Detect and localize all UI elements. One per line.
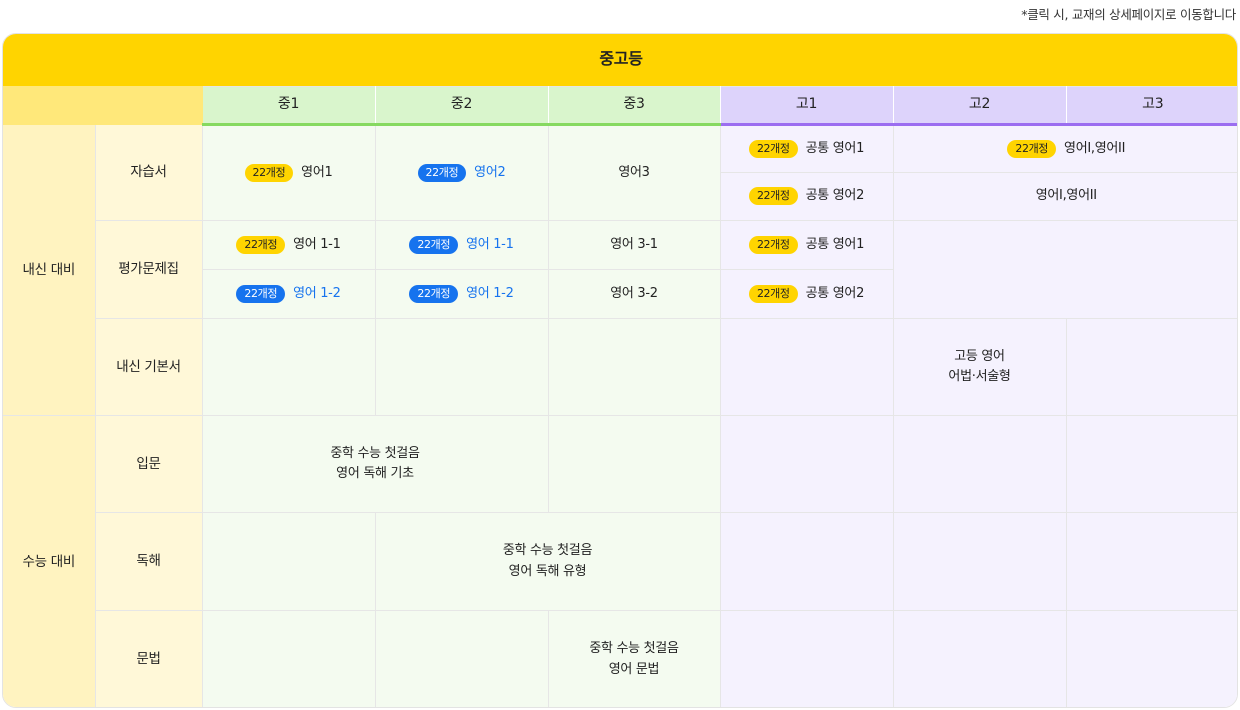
subcat-jaseupseo: 자습서 <box>94 123 203 221</box>
grade-header-m2: 중2 <box>374 85 549 126</box>
header-blank <box>3 85 203 125</box>
book-dokhae-m23[interactable]: 중학 수능 첫걸음영어 독해 유형 <box>374 512 721 611</box>
empty-munbeop-h3 <box>1065 609 1237 707</box>
book-pyeongga-m3-a[interactable]: 영어 3-1 <box>547 219 721 270</box>
book-munbeop-m3[interactable]: 중학 수능 첫걸음영어 문법 <box>547 609 721 707</box>
book-title-line1: 중학 수능 첫걸음 <box>502 543 593 559</box>
empty-gibonseo-m2 <box>374 318 549 417</box>
revision-badge: 22개정 <box>748 187 798 206</box>
book-pyeongga-m2-b[interactable]: 22개정 영어 1-2 <box>374 268 549 320</box>
subcat-ipmun: 입문 <box>94 415 203 514</box>
subcat-munbeop: 문법 <box>95 609 203 707</box>
revision-badge: 22개정 <box>1007 139 1057 158</box>
book-pyeongga-m1-b[interactable]: 22개정 영어 1-2 <box>202 268 376 320</box>
empty-ipmun-h2 <box>892 415 1067 514</box>
book-title-line2: 영어 문법 <box>608 661 660 677</box>
book-title: 영어 1-1 <box>293 236 341 252</box>
book-title-line2: 어법·서술형 <box>948 369 1011 385</box>
book-title: 공통 영어1 <box>805 140 865 156</box>
revision-badge: 22개정 <box>409 235 459 254</box>
book-jaseupseo-h23-b[interactable]: 영어I,영어II <box>892 171 1237 221</box>
empty-ipmun-h3 <box>1065 415 1237 514</box>
category-naesin: 내신 대비 <box>3 123 96 417</box>
book-title-line1: 중학 수능 첫걸음 <box>330 446 420 462</box>
revision-badge: 22개정 <box>236 284 286 303</box>
book-pyeongga-m2-a[interactable]: 22개정 영어 1-1 <box>374 219 549 270</box>
book-pyeongga-m3-b[interactable]: 영어 3-2 <box>547 268 721 320</box>
empty-dokhae-h1 <box>719 512 894 611</box>
textbook-table: 중고등 중1 중2 중3 고1 고2 고3 내신 대비 자습서 22개정 영어1 … <box>2 33 1238 708</box>
book-title: 영어 1-2 <box>293 285 341 301</box>
book-title-line1: 중학 수능 첫걸음 <box>589 641 679 657</box>
revision-badge: 22개정 <box>409 284 459 303</box>
empty-dokhae-m1 <box>201 512 376 611</box>
book-jaseupseo-m3[interactable]: 영어3 <box>547 123 721 221</box>
subcat-gibonseo: 내신 기본서 <box>95 318 203 417</box>
empty-dokhae-h3 <box>1065 512 1237 611</box>
revision-badge: 22개정 <box>244 163 294 182</box>
grade-header-m1: 중1 <box>201 85 376 126</box>
empty-gibonseo-m1 <box>201 318 376 417</box>
grade-header-h3: 고3 <box>1065 85 1237 126</box>
book-title: 공통 영어2 <box>805 188 865 204</box>
book-title: 공통 영어2 <box>805 285 865 301</box>
empty-pyeongga-h23 <box>892 219 1237 320</box>
empty-munbeop-m1 <box>201 609 376 707</box>
book-title: 영어1 <box>301 164 333 180</box>
book-jaseupseo-m2[interactable]: 22개정 영어2 <box>374 123 549 221</box>
book-gibonseo-h2[interactable]: 고등 영어어법·서술형 <box>892 318 1067 417</box>
book-title-line2: 영어 독해 기초 <box>336 466 414 482</box>
empty-gibonseo-h1 <box>719 318 894 417</box>
book-jaseupseo-h1-a[interactable]: 22개정 공통 영어1 <box>719 123 894 173</box>
book-ipmun-m12[interactable]: 중학 수능 첫걸음영어 독해 기초 <box>201 415 549 514</box>
grade-header-m3: 중3 <box>547 85 721 126</box>
book-jaseupseo-h23-a[interactable]: 22개정 영어I,영어II <box>892 123 1237 173</box>
grade-header-h2: 고2 <box>892 85 1067 126</box>
click-notice: *클릭 시, 교재의 상세페이지로 이동합니다 <box>1021 7 1236 22</box>
empty-dokhae-h2 <box>892 512 1067 611</box>
table-title: 중고등 <box>3 34 1237 87</box>
category-suneung: 수능 대비 <box>3 415 96 707</box>
book-jaseupseo-m1[interactable]: 22개정 영어1 <box>201 123 376 221</box>
empty-gibonseo-m3 <box>547 318 721 417</box>
revision-badge: 22개정 <box>748 139 798 158</box>
book-pyeongga-m1-a[interactable]: 22개정 영어 1-1 <box>201 219 376 270</box>
book-title-line1: 고등 영어 <box>954 349 1005 365</box>
book-title-line2: 영어 독해 유형 <box>508 563 587 579</box>
revision-badge: 22개정 <box>748 284 798 303</box>
book-pyeongga-h1-b[interactable]: 22개정 공통 영어2 <box>719 268 893 320</box>
book-jaseupseo-h1-b[interactable]: 22개정 공통 영어2 <box>720 171 894 221</box>
empty-ipmun-m3 <box>547 415 721 514</box>
empty-munbeop-h2 <box>892 609 1067 707</box>
empty-gibonseo-h3 <box>1065 318 1237 417</box>
book-title: 영어 1-2 <box>466 285 514 301</box>
revision-badge: 22개정 <box>417 163 467 182</box>
book-title: 영어I,영어II <box>1064 140 1126 156</box>
revision-badge: 22개정 <box>236 235 286 254</box>
empty-munbeop-h1 <box>719 609 894 707</box>
revision-badge: 22개정 <box>748 235 798 254</box>
book-pyeongga-h1-a[interactable]: 22개정 공통 영어1 <box>719 219 894 270</box>
book-title: 영어 1-1 <box>466 236 514 252</box>
book-title: 영어2 <box>474 164 506 180</box>
empty-munbeop-m2 <box>374 609 549 707</box>
subcat-dokhae: 독해 <box>95 512 203 611</box>
empty-ipmun-h1 <box>719 415 894 514</box>
grade-header-h1: 고1 <box>719 85 894 126</box>
subcat-pyeongga: 평가문제집 <box>95 219 203 320</box>
book-title: 공통 영어1 <box>805 236 865 252</box>
